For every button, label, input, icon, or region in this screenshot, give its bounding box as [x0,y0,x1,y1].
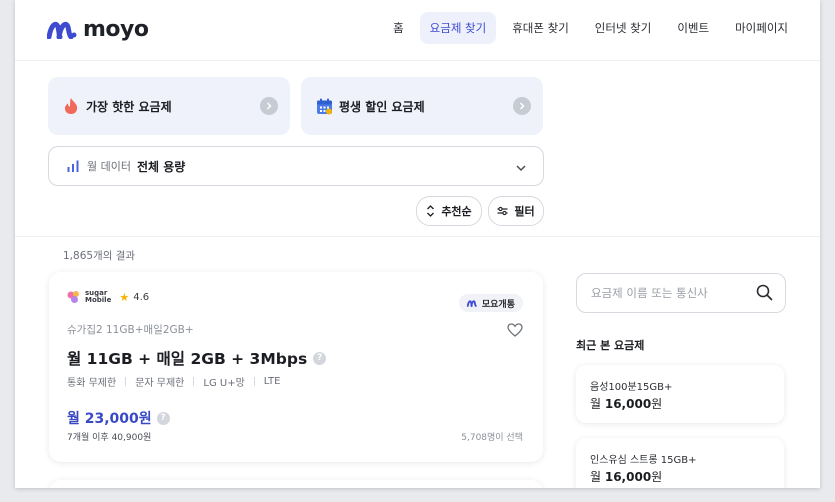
feature-separator [125,377,127,386]
data-filter-label: 월 데이터 [87,160,131,173]
star-icon: ★ [119,290,130,304]
search-input[interactable]: 요금제 이름 또는 통신사 [591,285,708,301]
recent-plans-title: 최근 본 요금제 [576,339,645,352]
recent-plan-price: 월 16,000원 [590,468,662,485]
section-divider [15,236,820,237]
plan-search-box[interactable]: 요금제 이름 또는 통신사 [576,273,786,313]
nav-home[interactable]: 홈 [383,12,414,44]
feature-call: 통화 무제한 [67,378,117,389]
carrier-rating: 4.6 [133,291,150,303]
logo-text: moyo [83,16,149,42]
sugar-mobile-logo-icon [67,291,79,303]
plan-title: 월 11GB + 매일 2GB + 3Mbps ? [67,347,327,369]
results-count: 1,865개의 결과 [63,250,136,262]
site-header: moyo 홈 요금제 찾기 휴대폰 찾기 인터넷 찾기 이벤트 마이페이지 [15,0,820,61]
plan-after-price: 7개월 이후 40,900원 [67,433,152,443]
chevron-right-icon [513,97,531,115]
feature-separator [193,377,195,386]
heart-icon[interactable] [507,322,523,341]
plan-card-next[interactable] [49,480,543,488]
recent-plan-card[interactable]: 음성100분15GB+ 월 16,000원 [576,365,784,423]
plan-sub-name: 슈가집2 11GB+매일2GB+ [67,324,194,336]
promo-hot-label: 가장 핫한 요금제 [86,99,172,114]
promo-hot-plans[interactable]: 가장 핫한 요금제 [48,77,290,135]
moyo-logo-icon [47,21,77,39]
feature-network: LG U+망 [203,378,245,389]
plan-card[interactable]: sugar Mobile ★ 4.6 모요개통 슈가집2 11GB+매일2GB+… [49,272,543,462]
feature-separator [253,377,255,386]
moyo-logo[interactable]: moyo [47,14,149,44]
plan-title-text: 월 11GB + 매일 2GB + 3Mbps [67,350,308,368]
moyo-activation-badge: 모요개통 [458,294,523,312]
nav-events[interactable]: 이벤트 [667,12,719,44]
main-nav: 홈 요금제 찾기 휴대폰 찾기 인터넷 찾기 이벤트 마이페이지 [383,12,798,44]
feature-sms: 문자 무제한 [135,378,185,389]
promo-lifetime-discount[interactable]: 평생 할인 요금제 [301,77,543,135]
browser-window: moyo 홈 요금제 찾기 휴대폰 찾기 인터넷 찾기 이벤트 마이페이지 가장… [15,0,820,488]
plan-chosen-count: 5,708명이 선택 [461,433,523,443]
recent-plan-price: 월 16,000원 [590,395,662,412]
sort-button[interactable]: 추천순 [416,196,482,226]
price-amount: 16,000 [604,397,652,411]
sort-label: 추천순 [441,205,472,218]
help-icon[interactable]: ? [313,351,327,365]
monthly-data-select[interactable]: 월 데이터 전체 용량 [48,146,544,186]
promo-lifetime-label: 평생 할인 요금제 [339,99,425,114]
nav-mypage[interactable]: 마이페이지 [725,12,798,44]
filter-sliders-icon [497,206,508,216]
nav-internet-search[interactable]: 인터넷 찾기 [585,12,662,44]
plan-price: 월 23,000원 ? [67,408,170,428]
feature-type: LTE [263,376,281,387]
moyo-mini-logo-icon [466,300,477,307]
recent-plan-name: 인스유심 스트롱 15GB+ [590,455,697,466]
carrier-brand: sugar Mobile ★ 4.6 [67,290,149,304]
calendar-icon [315,97,333,115]
recent-plan-name: 음성100분15GB+ [590,382,673,393]
recent-plan-card[interactable]: 인스유심 스트롱 15GB+ 월 16,000원 [576,438,784,488]
nav-plan-search[interactable]: 요금제 찾기 [419,12,497,44]
badge-label: 모요개통 [481,299,515,310]
filter-button[interactable]: 필터 [488,196,544,226]
filter-label: 필터 [514,205,535,218]
fire-icon [62,97,80,115]
plan-features: 통화 무제한 문자 무제한 LG U+망 LTE [67,374,280,389]
carrier-name: sugar Mobile [85,290,111,304]
bar-chart-icon [67,160,79,172]
plan-price-text: 월 23,000원 [67,411,152,427]
price-suffix: 원 [651,470,663,484]
chevron-right-icon [260,97,278,115]
search-icon[interactable] [756,284,773,305]
price-amount: 16,000 [604,470,652,484]
price-prefix: 월 [590,470,605,484]
nav-phone-search[interactable]: 휴대폰 찾기 [502,12,579,44]
carrier-name-line2: Mobile [85,296,112,304]
price-suffix: 원 [651,397,663,411]
sort-icon [427,205,435,217]
price-prefix: 월 [590,397,605,411]
chevron-down-icon [515,159,527,178]
help-icon[interactable]: ? [156,411,170,425]
data-filter-value: 전체 용량 [136,159,186,174]
